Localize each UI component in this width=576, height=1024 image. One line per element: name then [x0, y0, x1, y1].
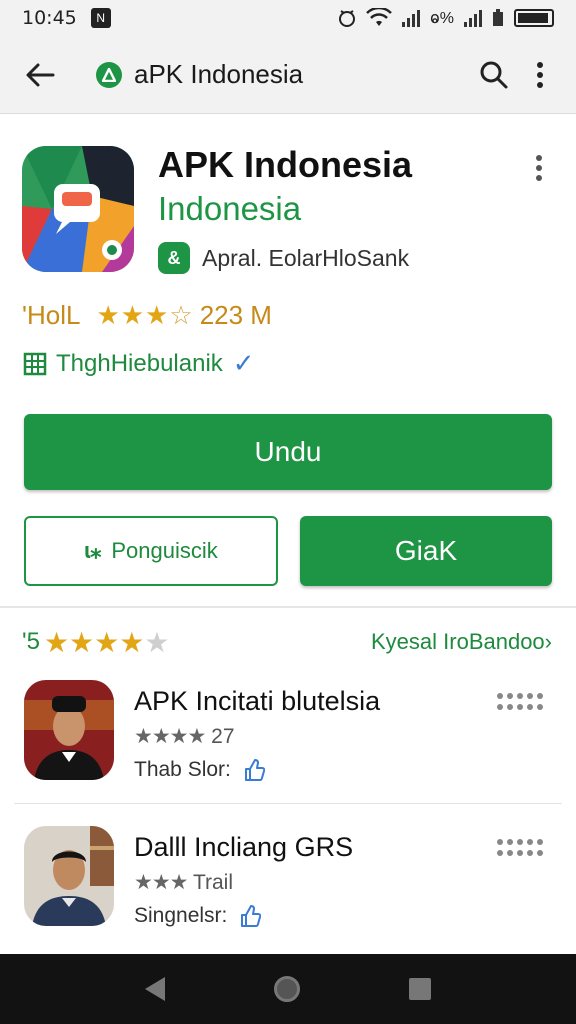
- check-icon: ✓: [232, 348, 255, 378]
- alarm-icon: [338, 10, 355, 27]
- review-rating: ★★★★ 27: [134, 724, 235, 749]
- reviews-stars: ★★★★★: [44, 626, 170, 659]
- reviews-see-all-link[interactable]: Kyesal IroBandoo›: [371, 629, 552, 655]
- list-item[interactable]: APK Incitati blutelsia ★★★★ 27 Thab Slor…: [0, 674, 576, 804]
- developer-row[interactable]: & Apral. EolarHloSank: [158, 242, 409, 274]
- rating-stars: ★★★☆: [96, 300, 193, 331]
- status-bar: 10:45 N ⱺ%: [0, 0, 576, 36]
- secondary-button[interactable]: ɩ⁎ Ponguiscik: [24, 516, 278, 586]
- review-meta-label: Thab Slor:: [134, 758, 231, 781]
- battery-saver-icon: [493, 9, 503, 26]
- grid-icon: [23, 352, 47, 375]
- review-more-icon[interactable]: [496, 838, 544, 858]
- review-meta: Thab Slor:: [134, 758, 265, 782]
- developer-name: Apral. EolarHloSank: [202, 244, 410, 271]
- review-rating: ★★★ Trail: [134, 870, 233, 895]
- nav-home-icon[interactable]: [273, 976, 300, 1002]
- review-rating-text: 27: [211, 725, 235, 748]
- review-more-icon[interactable]: [496, 692, 544, 712]
- thumbs-up-icon[interactable]: [243, 758, 265, 782]
- developer-icon: &: [158, 242, 190, 274]
- toolbar-title: aPK Indonesia: [134, 59, 304, 89]
- reviews-score: '5: [22, 628, 40, 655]
- review-stars: ★★★★: [134, 725, 206, 748]
- rating-stars-empty: ☆: [169, 300, 194, 330]
- review-meta: Singnelsr:: [134, 904, 262, 928]
- install-button[interactable]: Undu: [24, 414, 552, 490]
- secondary-button-label: Ponguiscik: [111, 538, 218, 563]
- battery-icon: [514, 9, 554, 27]
- thumbs-up-icon[interactable]: [239, 904, 262, 928]
- review-title: Dalll Incliang GRS: [134, 832, 354, 862]
- reviews-header: '5 ★★★★★ Kyesal IroBandoo›: [22, 622, 552, 662]
- wifi-icon: [366, 8, 392, 26]
- list-item[interactable]: Dalll Incliang GRS ★★★ Trail Singnelsr:: [0, 820, 576, 950]
- review-meta-label: Singnelsr:: [134, 904, 228, 927]
- app-subtitle: Indonesia: [158, 190, 302, 227]
- reviews-link-label: Kyesal IroBandoo: [371, 629, 545, 654]
- avatar: [24, 826, 114, 926]
- toolbar: aPK Indonesia: [0, 36, 576, 114]
- nav-back-icon[interactable]: [144, 977, 165, 1001]
- signal-icon: [401, 9, 420, 27]
- app-details-card: APK Indonesia Indonesia & Apral. EolarHl…: [0, 122, 576, 606]
- rating-count: 223 M: [199, 300, 272, 330]
- status-icons: ⱺ%: [338, 8, 554, 28]
- review-stars: ★★★: [134, 871, 188, 894]
- notification-icon: N: [90, 8, 111, 28]
- reviews-stars-empty: ★: [144, 626, 170, 658]
- signal-icon-2: [464, 9, 482, 27]
- chevron-right-icon: ›: [544, 629, 552, 654]
- search-icon[interactable]: [474, 55, 514, 95]
- status-extra: ⱺ%: [429, 10, 454, 27]
- rating-row: 'HolL ★★★☆ 223 M: [22, 300, 272, 331]
- open-button[interactable]: GiaK: [300, 516, 552, 586]
- nav-recents-icon[interactable]: [409, 978, 432, 1000]
- system-nav-bar: [0, 954, 576, 1024]
- back-arrow-icon[interactable]: [20, 55, 60, 95]
- rating-stars-filled: ★★★: [96, 300, 170, 330]
- app-icon: [22, 146, 134, 272]
- app-overflow-menu-icon[interactable]: [524, 148, 554, 188]
- rating-label: 'HolL: [22, 300, 81, 330]
- section-divider: [0, 606, 576, 608]
- site-logo-icon: [96, 61, 122, 88]
- verified-row: ThghHiebulanik ✓: [22, 348, 255, 379]
- status-time: 10:45: [22, 7, 77, 29]
- review-divider: [14, 803, 562, 804]
- avatar: [24, 680, 114, 780]
- verified-label: ThghHiebulanik: [56, 349, 223, 377]
- secondary-button-icon: ɩ⁎: [84, 538, 102, 563]
- review-title: APK Incitati blutelsia: [134, 686, 381, 716]
- review-rating-text: Trail: [192, 871, 234, 894]
- app-title: APK Indonesia: [158, 144, 413, 185]
- overflow-menu-icon[interactable]: [520, 55, 560, 95]
- reviews-stars-filled: ★★★★: [43, 626, 145, 658]
